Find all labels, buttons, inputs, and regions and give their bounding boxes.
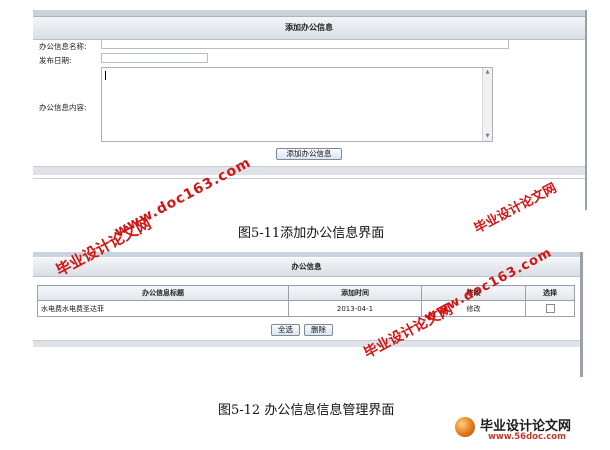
column-header-title: 办公信息标题	[37, 285, 289, 301]
top-bar	[33, 252, 580, 257]
text-caret	[105, 71, 106, 80]
name-label: 办公信息名称:	[39, 42, 87, 51]
date-input[interactable]	[101, 53, 208, 63]
table-row: 水电费水电费圣达菲 2013-04-1 修改	[37, 300, 575, 317]
logo-url: www.56doc.com	[488, 432, 566, 442]
footer-band	[33, 340, 580, 347]
divider	[33, 178, 585, 179]
name-input[interactable]	[101, 39, 509, 49]
content-label: 办公信息内容:	[39, 103, 87, 112]
row-checkbox[interactable]	[545, 304, 555, 313]
caption-figure-5-11: 图5-11添加办公信息界面	[238, 226, 385, 241]
add-office-info-button[interactable]: 添加办公信息	[276, 148, 342, 160]
column-header-select: 选择	[525, 285, 575, 301]
logo-globe-icon	[455, 417, 475, 437]
row-select-cell	[525, 300, 575, 317]
row-title: 水电费水电费圣达菲	[37, 300, 289, 317]
top-bar	[33, 10, 585, 17]
footer-band	[33, 166, 585, 175]
row-time: 2013-04-1	[288, 300, 422, 317]
date-label: 发布日期:	[39, 56, 72, 65]
content-textarea[interactable]: ▲ ▼	[101, 67, 493, 142]
add-office-info-screenshot: 添加办公信息 办公信息名称: 发布日期: 办公信息内容: ▲ ▼ 添加办公信息	[33, 10, 587, 210]
caption-figure-5-12: 图5-12 办公信息信息管理界面	[218, 403, 395, 418]
scroll-up-icon[interactable]: ▲	[484, 69, 491, 76]
delete-button[interactable]: 删除	[304, 324, 333, 336]
scroll-down-icon[interactable]: ▼	[484, 133, 491, 140]
textarea-scrollbar[interactable]: ▲ ▼	[482, 68, 492, 141]
form-title: 添加办公信息	[33, 17, 585, 40]
column-header-time: 添加时间	[288, 285, 422, 301]
select-all-button[interactable]: 全选	[271, 324, 300, 336]
